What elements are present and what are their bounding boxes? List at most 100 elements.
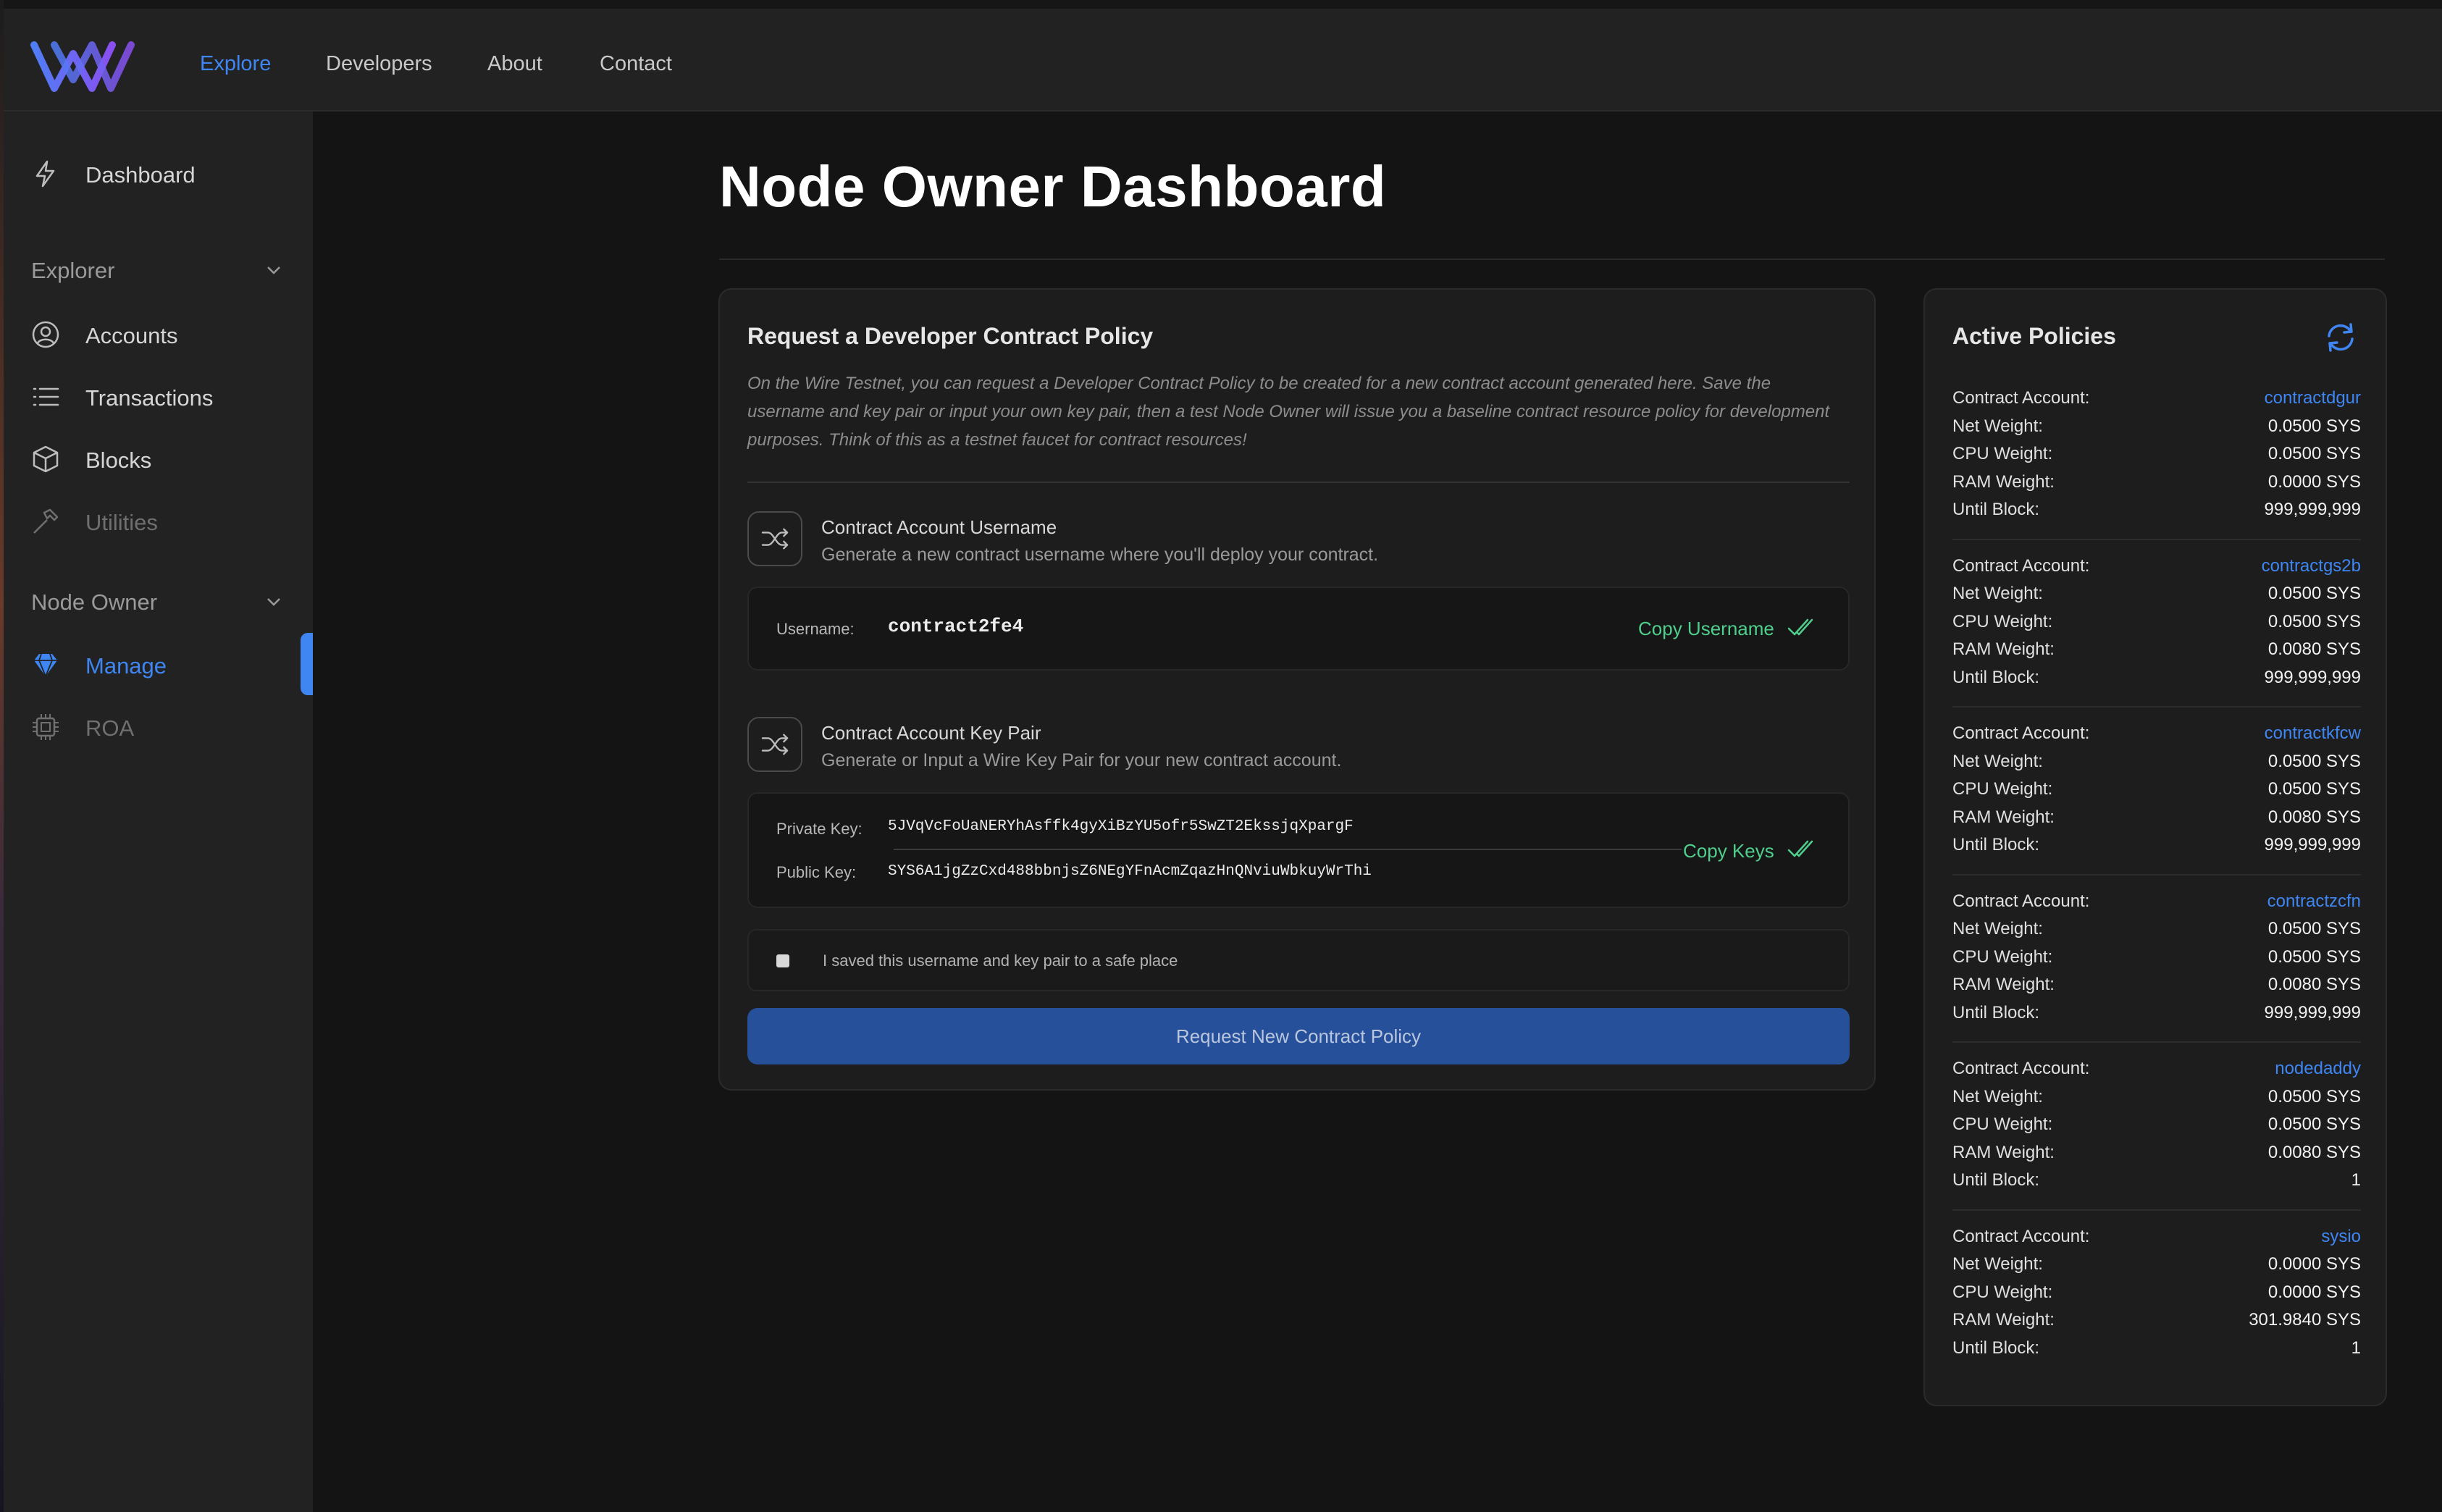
public-key-label: Public Key: — [776, 863, 857, 881]
policy-value: 0.0000 SYS — [2267, 1282, 2361, 1302]
username-section-title: Contract Account Username — [821, 516, 1057, 538]
refresh-icon[interactable] — [2322, 319, 2359, 356]
policy-label: Contract Account: — [1952, 1226, 2090, 1246]
policy-value: 0.0080 SYS — [2267, 975, 2361, 994]
public-key-value[interactable]: SYS6A1jgZzCxd488bbnjsZ6NEgYFnAcmZqazHnQN… — [888, 863, 1372, 880]
sidebar-item-blocks[interactable]: Blocks — [4, 433, 313, 484]
policy-divider — [1952, 538, 2361, 540]
private-key-value[interactable]: 5JVqVcFoUaNERYhAsffk4gyXiBzYU5ofr5SwZT2E… — [888, 818, 1354, 835]
page-title: Node Owner Dashboard — [719, 154, 1387, 219]
policy-row-net: Net Weight: 0.0500 SYS — [1952, 915, 2361, 943]
nav-contact[interactable]: Contact — [600, 52, 672, 76]
copy-username-button[interactable]: Copy Username — [1638, 618, 1774, 640]
policy-account-link[interactable]: contractdgur — [2265, 388, 2361, 408]
double-check-icon[interactable] — [1787, 839, 1818, 860]
policy-label: Contract Account: — [1952, 388, 2090, 408]
chevron-down-icon — [267, 598, 280, 606]
policy-row-until: Until Block: 999,999,999 — [1952, 495, 2361, 524]
policy-row-account: Contract Account: contractkfcw — [1952, 719, 2361, 747]
policy-label: Net Weight: — [1952, 919, 2043, 938]
policy-account-link[interactable]: contractgs2b — [2262, 556, 2361, 576]
double-check-icon[interactable] — [1787, 617, 1818, 639]
saved-checkbox[interactable] — [776, 954, 789, 967]
sidebar-section-label: Explorer — [31, 258, 115, 283]
card-description: On the Wire Testnet, you can request a D… — [747, 374, 1830, 450]
diamond-icon — [34, 653, 57, 679]
nav-explore[interactable]: Explore — [200, 52, 271, 76]
policy-label: CPU Weight: — [1952, 611, 2053, 631]
policy-label: Contract Account: — [1952, 723, 2090, 743]
top-header: Explore Developers About Contact — [4, 9, 2442, 112]
cube-icon — [33, 445, 59, 473]
sidebar-item-utilities[interactable]: Utilities — [4, 495, 313, 546]
policy-label: RAM Weight: — [1952, 639, 2055, 659]
policy-label: Until Block: — [1952, 1170, 2040, 1190]
policy-item: Contract Account: contractdgur Net Weight:… — [1952, 384, 2361, 524]
active-policies-card: Active Policies Contract Account: contrac… — [1923, 288, 2387, 1406]
policy-label: RAM Weight: — [1952, 1310, 2055, 1330]
sidebar-item-manage[interactable]: Manage — [4, 639, 313, 689]
nav-about[interactable]: About — [487, 52, 542, 76]
policy-row-until: Until Block: 1 — [1952, 1166, 2361, 1194]
sidebar-section-explorer[interactable]: Explorer — [4, 248, 313, 291]
policy-value: 0.0500 SYS — [2267, 919, 2361, 938]
policy-label: Contract Account: — [1952, 891, 2090, 911]
sidebar-item-label: Accounts — [85, 323, 178, 348]
sidebar-section-node-owner[interactable]: Node Owner — [4, 579, 313, 623]
policy-value: 0.0500 SYS — [2267, 584, 2361, 603]
policy-value: 0.0080 SYS — [2267, 639, 2361, 659]
policy-label: Until Block: — [1952, 1002, 2040, 1022]
saved-checkbox-label[interactable]: I saved this username and key pair to a … — [823, 952, 1178, 970]
divider — [747, 482, 1850, 483]
policy-value: 0.0000 SYS — [2267, 1254, 2361, 1274]
username-value[interactable]: contract2fe4 — [888, 616, 1023, 637]
policy-item: Contract Account: contractzcfn Net Weight:… — [1952, 887, 2361, 1027]
policy-row-net: Net Weight: 0.0500 SYS — [1952, 1083, 2361, 1111]
policy-value: 0.0080 SYS — [2267, 1142, 2361, 1162]
policy-label: RAM Weight: — [1952, 975, 2055, 994]
policy-label: CPU Weight: — [1952, 946, 2053, 967]
policy-row-ram: RAM Weight: 0.0080 SYS — [1952, 803, 2361, 831]
shuffle-icon[interactable] — [747, 717, 802, 772]
policy-value: 999,999,999 — [2264, 500, 2361, 519]
policy-account-link[interactable]: contractkfcw — [2265, 723, 2361, 744]
policy-value: 0.0500 SYS — [2267, 611, 2361, 631]
divider — [894, 849, 1682, 850]
policy-value: 0.0500 SYS — [2267, 946, 2361, 967]
list-icon — [33, 387, 59, 406]
nav-developers[interactable]: Developers — [326, 52, 432, 76]
window-top-edge — [0, 0, 2442, 9]
policy-value: 0.0500 SYS — [2267, 779, 2361, 799]
sidebar-item-transactions[interactable]: Transactions — [4, 371, 313, 421]
chip-icon — [33, 714, 59, 740]
policy-row-ram: RAM Weight: 0.0080 SYS — [1952, 1138, 2361, 1167]
request-policy-button[interactable]: Request New Contract Policy — [747, 1008, 1850, 1064]
policy-value: 1 — [2351, 1170, 2361, 1190]
policy-row-account: Contract Account: contractzcfn — [1952, 887, 2361, 915]
policy-account-link[interactable]: contractzcfn — [2267, 891, 2361, 912]
policy-row-account: Contract Account: nodedaddy — [1952, 1054, 2361, 1083]
wire-logo-icon[interactable] — [30, 38, 138, 96]
user-circle-icon — [32, 321, 59, 348]
policy-value: 0.0000 SYS — [2267, 471, 2361, 492]
policy-account-link[interactable]: nodedaddy — [2275, 1059, 2361, 1079]
policy-row-ram: RAM Weight: 0.0080 SYS — [1952, 970, 2361, 999]
sidebar-item-roa[interactable]: ROA — [4, 701, 313, 752]
divider — [719, 259, 2385, 260]
policy-account-link[interactable]: sysio — [2321, 1227, 2361, 1247]
lightning-icon — [35, 160, 55, 188]
sidebar-item-dashboard[interactable]: Dashboard — [4, 148, 313, 198]
policy-row-ram: RAM Weight: 0.0000 SYS — [1952, 468, 2361, 496]
policy-value: 999,999,999 — [2264, 1002, 2361, 1022]
policy-value: 999,999,999 — [2264, 667, 2361, 687]
policy-label: Net Weight: — [1952, 751, 2043, 771]
username-section-subtitle: Generate a new contract username where y… — [821, 545, 1379, 565]
policy-label: Until Block: — [1952, 835, 2040, 854]
sidebar-item-accounts[interactable]: Accounts — [4, 308, 313, 359]
copy-keys-button[interactable]: Copy Keys — [1683, 840, 1774, 862]
policy-row-net: Net Weight: 0.0500 SYS — [1952, 747, 2361, 776]
policy-label: Net Weight: — [1952, 584, 2043, 603]
username-box: Username: contract2fe4 Copy Username — [747, 587, 1850, 671]
shuffle-icon[interactable] — [747, 511, 802, 566]
sidebar-item-label: Dashboard — [85, 162, 196, 188]
